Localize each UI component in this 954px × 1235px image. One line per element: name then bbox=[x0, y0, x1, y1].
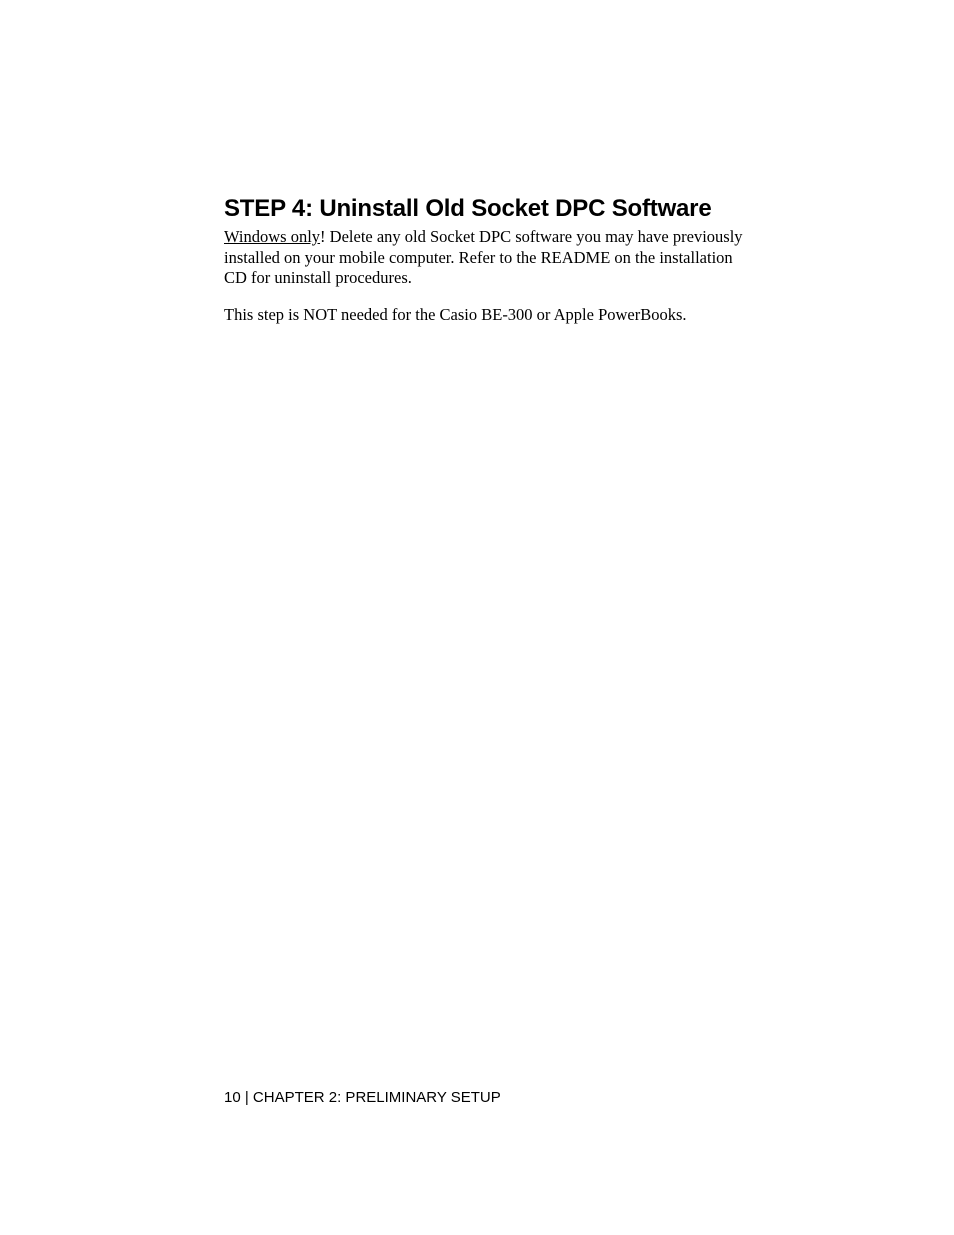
page-footer: 10 | CHAPTER 2: PRELIMINARY SETUP bbox=[224, 1089, 501, 1106]
paragraph-2: This step is NOT needed for the Casio BE… bbox=[224, 305, 754, 326]
step-heading: STEP 4: Uninstall Old Socket DPC Softwar… bbox=[224, 195, 754, 223]
windows-only-label: Windows only bbox=[224, 227, 320, 246]
page-content: STEP 4: Uninstall Old Socket DPC Softwar… bbox=[224, 195, 754, 342]
paragraph-1: Windows only! Delete any old Socket DPC … bbox=[224, 227, 754, 289]
